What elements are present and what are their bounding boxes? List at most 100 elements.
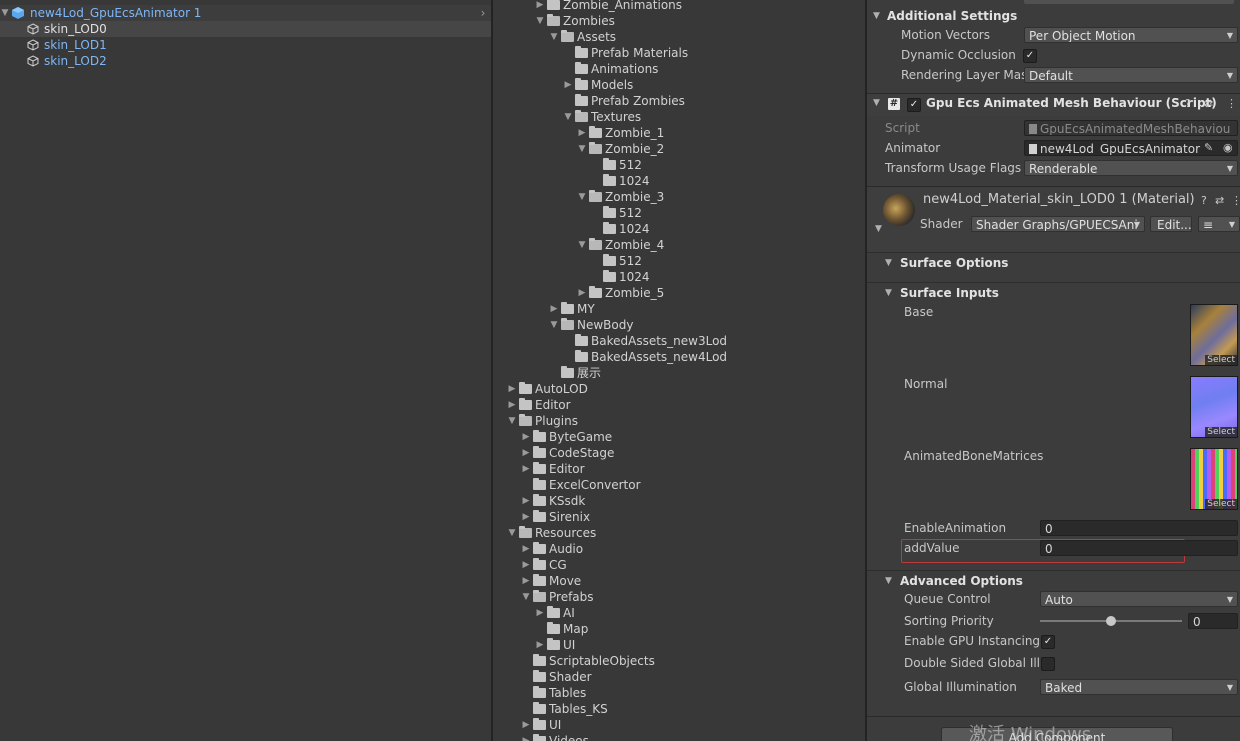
- project-folder-row[interactable]: ▶ CodeStage: [493, 445, 745, 461]
- project-folder-row[interactable]: ▶ Move: [493, 573, 745, 589]
- help-icon[interactable]: ?: [1185, 97, 1191, 110]
- expand-right-icon[interactable]: ▶: [521, 557, 531, 573]
- expand-right-icon[interactable]: ▶: [521, 541, 531, 557]
- rendering-layer-dropdown[interactable]: Default ▼: [1024, 67, 1238, 83]
- expand-right-icon[interactable]: ▶: [521, 445, 531, 461]
- project-folder-row[interactable]: ▶ Videos: [493, 733, 745, 741]
- expand-right-icon[interactable]: ▶: [577, 125, 587, 141]
- expand-right-icon[interactable]: ▶: [549, 301, 559, 317]
- project-folder-row[interactable]: Animations: [493, 61, 745, 77]
- project-folder-row[interactable]: Prefab Materials: [493, 45, 745, 61]
- project-folder-row[interactable]: ▼ Plugins: [493, 413, 745, 429]
- expand-down-icon[interactable]: ▼: [521, 589, 531, 605]
- shader-options-dropdown[interactable]: ≡ ▼: [1198, 216, 1240, 232]
- project-folder-row[interactable]: ▶ ByteGame: [493, 429, 745, 445]
- dynamic-occlusion-checkbox[interactable]: ✓: [1023, 49, 1037, 63]
- chevron-right-icon[interactable]: ›: [478, 5, 488, 21]
- expand-down-icon[interactable]: ▼: [507, 413, 517, 429]
- more-options-icon[interactable]: ⋮: [1226, 97, 1237, 110]
- expand-right-icon[interactable]: ▶: [521, 733, 531, 741]
- shader-dropdown[interactable]: Shader Graphs/GPUECSAni ▼: [971, 216, 1145, 232]
- hierarchy-child-row[interactable]: skin_LOD2: [0, 53, 491, 69]
- project-folder-row[interactable]: ▼ NewBody: [493, 317, 745, 333]
- motion-vectors-dropdown[interactable]: Per Object Motion ▼: [1024, 27, 1238, 43]
- expand-right-icon[interactable]: ▶: [521, 461, 531, 477]
- preset-sliders-icon[interactable]: ⇄: [1215, 194, 1224, 207]
- project-folder-row[interactable]: ▶ Zombie_1: [493, 125, 745, 141]
- project-folder-row[interactable]: ▶ AI: [493, 605, 745, 621]
- project-folder-row[interactable]: 512: [493, 253, 745, 269]
- project-folder-row[interactable]: ▶ KSsdk: [493, 493, 745, 509]
- transform-usage-dropdown[interactable]: Renderable ▼: [1024, 160, 1238, 176]
- project-folder-row[interactable]: ▶ AutoLOD: [493, 381, 745, 397]
- project-folder-row[interactable]: ▶ Sirenix: [493, 509, 745, 525]
- project-folder-row[interactable]: ▼ Textures: [493, 109, 745, 125]
- edit-pencil-icon[interactable]: ✎: [1204, 141, 1213, 154]
- project-folder-row[interactable]: ▶ UI: [493, 637, 745, 653]
- project-folder-row[interactable]: ▶ MY: [493, 301, 745, 317]
- project-folder-row[interactable]: 512: [493, 205, 745, 221]
- hierarchy-child-row[interactable]: skin_LOD0: [0, 21, 491, 37]
- expand-down-icon[interactable]: ▼: [0, 5, 10, 21]
- shader-edit-button[interactable]: Edit...: [1150, 216, 1192, 232]
- project-folder-row[interactable]: ▼ Zombie_4: [493, 237, 745, 253]
- select-button[interactable]: Select: [1205, 427, 1237, 437]
- project-folder-row[interactable]: 1024: [493, 173, 745, 189]
- project-folder-row[interactable]: ▼ Zombies: [493, 13, 745, 29]
- component-header[interactable]: ▼ # ✓ Gpu Ecs Animated Mesh Behaviour (S…: [867, 93, 1240, 116]
- project-folder-row[interactable]: BakedAssets_new3Lod: [493, 333, 745, 349]
- gpu-instancing-checkbox[interactable]: ✓: [1041, 635, 1055, 649]
- hierarchy-child-row[interactable]: skin_LOD1: [0, 37, 491, 53]
- base-texture-thumbnail[interactable]: Select: [1190, 304, 1238, 366]
- expand-right-icon[interactable]: ▶: [521, 573, 531, 589]
- expand-right-icon[interactable]: ▶: [507, 381, 517, 397]
- project-folder-row[interactable]: ▼ Resources: [493, 525, 745, 541]
- advanced-options-header[interactable]: ▼ Advanced Options: [867, 570, 1240, 591]
- project-folder-row[interactable]: ▶ CG: [493, 557, 745, 573]
- project-folder-row[interactable]: 展示: [493, 365, 745, 381]
- global-illumination-dropdown[interactable]: Baked ▼: [1040, 679, 1238, 695]
- project-folder-row[interactable]: ▼ Zombie_3: [493, 189, 745, 205]
- expand-right-icon[interactable]: ▶: [521, 429, 531, 445]
- project-folder-row[interactable]: 1024: [493, 221, 745, 237]
- expand-right-icon[interactable]: ▶: [563, 77, 573, 93]
- select-button[interactable]: Select: [1205, 355, 1237, 365]
- material-header[interactable]: ▼ new4Lod_Material_skin_LOD0 1 (Material…: [867, 186, 1240, 253]
- enable-animation-field[interactable]: 0: [1040, 520, 1238, 536]
- project-folder-row[interactable]: BakedAssets_new4Lod: [493, 349, 745, 365]
- project-folder-row[interactable]: ▶ Models: [493, 77, 745, 93]
- surface-options-header[interactable]: ▼ Surface Options: [867, 252, 1240, 273]
- expand-down-icon[interactable]: ▼: [577, 189, 587, 205]
- expand-down-icon[interactable]: ▼: [507, 525, 517, 541]
- expand-right-icon[interactable]: ▶: [507, 397, 517, 413]
- more-options-icon[interactable]: ⋮: [1231, 194, 1240, 207]
- project-folder-row[interactable]: ▼ Assets: [493, 29, 745, 45]
- sorting-priority-slider[interactable]: [1040, 616, 1182, 626]
- expand-right-icon[interactable]: ▶: [535, 0, 545, 13]
- expand-right-icon[interactable]: ▶: [521, 493, 531, 509]
- expand-down-icon[interactable]: ▼: [549, 317, 559, 333]
- project-folder-row[interactable]: Shader: [493, 669, 745, 685]
- expand-right-icon[interactable]: ▶: [577, 285, 587, 301]
- expand-right-icon[interactable]: ▶: [521, 509, 531, 525]
- expand-right-icon[interactable]: ▶: [535, 605, 545, 621]
- help-icon[interactable]: ?: [1201, 194, 1207, 207]
- project-folder-row[interactable]: Tables: [493, 685, 745, 701]
- expand-down-icon[interactable]: ▼: [563, 109, 573, 125]
- project-folder-row[interactable]: ▶ Zombie_5: [493, 285, 745, 301]
- project-folder-row[interactable]: 1024: [493, 269, 745, 285]
- add-value-field[interactable]: 0: [1040, 540, 1238, 556]
- expand-down-icon[interactable]: ▼: [549, 29, 559, 45]
- expand-right-icon[interactable]: ▶: [521, 717, 531, 733]
- project-folder-row[interactable]: 512: [493, 157, 745, 173]
- project-folder-row[interactable]: ▼ Prefabs: [493, 589, 745, 605]
- object-picker-icon[interactable]: ◉: [1223, 141, 1233, 154]
- project-folder-row[interactable]: ▶ Zombie_Animations: [493, 0, 745, 13]
- expand-down-icon[interactable]: ▼: [535, 13, 545, 29]
- component-enabled-checkbox[interactable]: ✓: [907, 98, 921, 112]
- project-folder-row[interactable]: ▶ Editor: [493, 461, 745, 477]
- project-folder-row[interactable]: Tables_KS: [493, 701, 745, 717]
- sorting-priority-field[interactable]: 0: [1188, 613, 1238, 629]
- hierarchy-root-row[interactable]: ▼ new4Lod_GpuEcsAnimator 1 ›: [0, 5, 491, 21]
- cut-off-dropdown[interactable]: [1024, 0, 1234, 4]
